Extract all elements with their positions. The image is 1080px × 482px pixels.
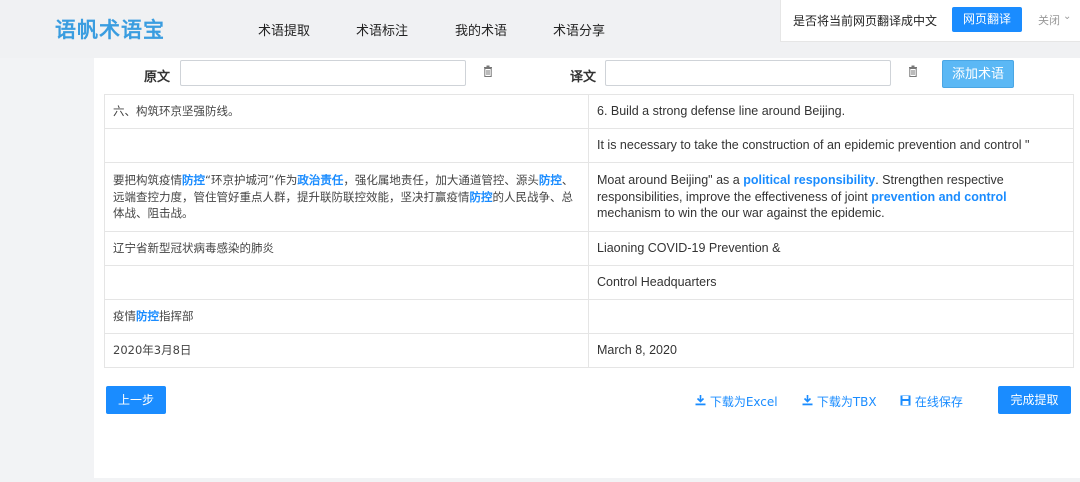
highlighted-term[interactable]: 防控 — [470, 190, 493, 204]
download-tbx-link[interactable]: 下载为TBX — [802, 393, 877, 410]
segment-text: 指挥部 — [159, 309, 194, 324]
app-logo[interactable]: 语帆术语宝 — [55, 14, 165, 44]
target-cell: It is necessary to take the construction… — [588, 128, 1074, 163]
table-row: 疫情防控指挥部 — [104, 299, 1074, 334]
trash-icon[interactable] — [483, 65, 493, 80]
segment-text: “环京护城河”作为 — [205, 173, 298, 188]
save-online-label: 在线保存 — [914, 395, 963, 409]
highlighted-term[interactable]: political responsibility — [743, 173, 875, 187]
save-online-link[interactable]: 在线保存 — [900, 393, 963, 410]
table-row: 辽宁省新型冠状病毒感染的肺炎 Liaoning COVID-19 Preventi… — [104, 231, 1074, 266]
translate-close-button[interactable]: 关闭 — [1038, 12, 1060, 28]
target-cell: 6. Build a strong defense line around Be… — [588, 94, 1074, 129]
highlighted-term[interactable]: 防控 — [136, 309, 159, 323]
source-cell: 要把构筑疫情防控“环京护城河”作为政治责任，强化属地责任，加大通道管控、源头防控… — [104, 162, 589, 232]
nav-my-terms[interactable]: 我的术语 — [455, 20, 507, 39]
segment-text: ，强化属地责任，加大通道管控、源头 — [343, 173, 539, 188]
download-icon — [695, 395, 710, 409]
source-cell: 六、构筑环京坚强防线。 — [104, 94, 589, 129]
segment-text: mechanism to win the our war against the… — [597, 206, 885, 221]
download-excel-link[interactable]: 下载为Excel — [695, 393, 778, 410]
main-panel: 原文 译文 添加术语 六、构筑环京坚强防线。 6. Build a strong … — [94, 58, 1080, 478]
add-term-button[interactable]: 添加术语 — [942, 60, 1014, 88]
nav-term-sharing[interactable]: 术语分享 — [553, 20, 605, 39]
segment-text: Control Headquarters — [597, 275, 717, 290]
target-cell: Liaoning COVID-19 Prevention & — [588, 231, 1074, 266]
segment-text: 6. Build a strong defense line around Be… — [597, 104, 846, 119]
source-cell: 疫情防控指挥部 — [104, 299, 589, 334]
table-row: It is necessary to take the construction… — [104, 128, 1074, 163]
download-excel-label: 下载为Excel — [709, 395, 778, 409]
source-label: 原文 — [144, 70, 171, 85]
chevron-down-icon[interactable]: ⌄ — [1063, 11, 1071, 22]
source-cell — [104, 265, 589, 300]
trash-icon[interactable] — [908, 65, 918, 80]
segment-text: 辽宁省新型冠状病毒感染的肺炎 — [113, 241, 274, 256]
segment-text: 要把构筑疫情 — [113, 173, 182, 188]
source-cell: 2020年3月8日 — [104, 333, 589, 368]
download-tbx-label: 下载为TBX — [816, 395, 877, 409]
nav-term-extraction[interactable]: 术语提取 — [258, 20, 310, 39]
highlighted-term[interactable]: 政治责任 — [297, 173, 343, 187]
target-input[interactable] — [605, 60, 891, 86]
target-cell: Control Headquarters — [588, 265, 1074, 300]
finish-extraction-button[interactable]: 完成提取 — [998, 386, 1071, 414]
segment-text: 六、构筑环京坚强防线。 — [113, 104, 240, 119]
save-icon — [900, 395, 915, 409]
target-cell: Moat around Beijing" as a political resp… — [588, 162, 1074, 232]
highlighted-term[interactable]: 防控 — [182, 173, 205, 187]
translate-page-button[interactable]: 网页翻译 — [952, 7, 1022, 32]
source-input[interactable] — [180, 60, 466, 86]
highlighted-term[interactable]: prevention and control — [871, 190, 1006, 204]
table-row: 2020年3月8日 March 8, 2020 — [104, 333, 1074, 368]
source-cell: 辽宁省新型冠状病毒感染的肺炎 — [104, 231, 589, 266]
segment-text: 2020年3月8日 — [113, 343, 192, 358]
table-row: 要把构筑疫情防控“环京护城河”作为政治责任，强化属地责任，加大通道管控、源头防控… — [104, 162, 1074, 232]
segment-text: Liaoning COVID-19 Prevention & — [597, 241, 781, 256]
target-label: 译文 — [570, 70, 597, 85]
term-table: 六、构筑环京坚强防线。 6. Build a strong defense lin… — [104, 94, 1074, 368]
target-cell: March 8, 2020 — [588, 333, 1074, 368]
segment-text: 疫情 — [113, 309, 136, 324]
table-row: Control Headquarters — [104, 265, 1074, 300]
segment-text: It is necessary to take the construction… — [597, 138, 1030, 153]
table-row: 六、构筑环京坚强防线。 6. Build a strong defense lin… — [104, 94, 1074, 129]
download-icon — [802, 395, 817, 409]
target-cell — [588, 299, 1074, 334]
back-button[interactable]: 上一步 — [106, 386, 166, 414]
segment-text: Moat around Beijing" as a — [597, 173, 744, 188]
translate-prompt: 是否将当前网页翻译成中文 网页翻译 关闭 ⌄ — [780, 0, 1080, 42]
source-cell — [104, 128, 589, 163]
translate-question: 是否将当前网页翻译成中文 — [793, 14, 938, 28]
nav-term-annotation[interactable]: 术语标注 — [356, 20, 408, 39]
segment-text: March 8, 2020 — [597, 343, 677, 358]
highlighted-term[interactable]: 防控 — [539, 173, 562, 187]
